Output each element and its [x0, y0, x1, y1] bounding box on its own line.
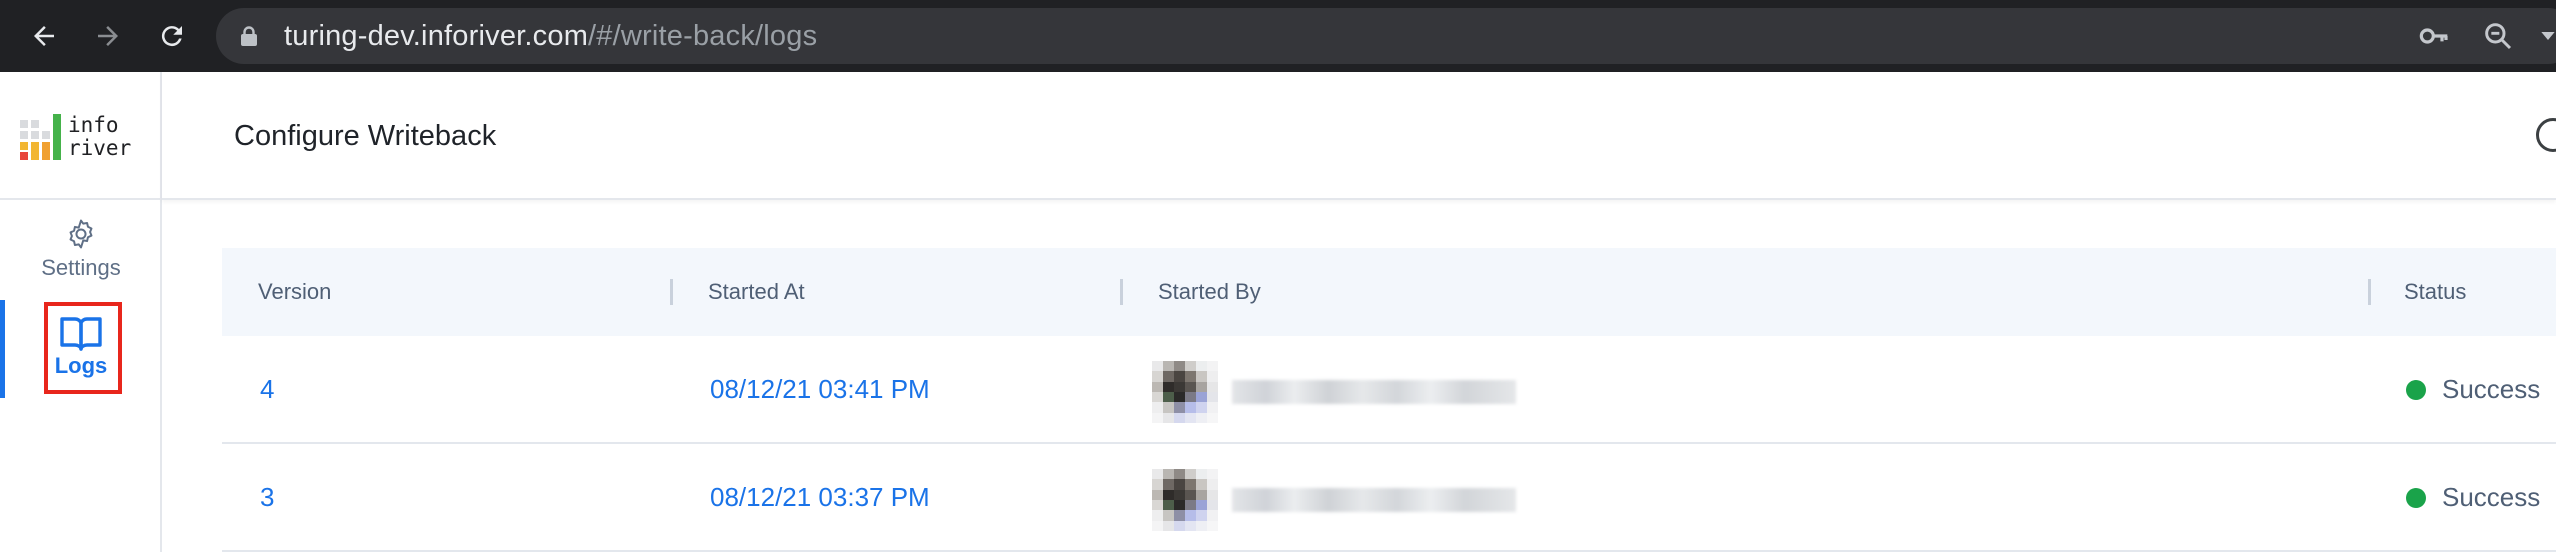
page-title: Configure Writeback — [234, 120, 497, 152]
column-resize-handle[interactable] — [1120, 279, 1123, 305]
redacted-name — [1232, 488, 1516, 512]
book-icon — [59, 315, 103, 351]
nav-item-logs[interactable]: Logs — [0, 300, 162, 394]
zoom-icon[interactable] — [2482, 20, 2514, 52]
logs-table: Version Started At Started By Status 4 0… — [222, 248, 2556, 552]
chevron-down-icon[interactable] — [2540, 20, 2556, 52]
back-arrow-icon[interactable] — [22, 14, 66, 58]
table-header: Version Started At Started By Status — [222, 248, 2556, 336]
success-dot-icon — [2406, 380, 2426, 400]
column-header-started-at[interactable]: Started At — [708, 248, 805, 336]
user-avatar[interactable] — [2536, 118, 2556, 152]
rail-divider — [0, 198, 162, 200]
nav-item-settings-label: Settings — [41, 255, 121, 280]
avatar — [1152, 469, 1218, 531]
column-header-started-by[interactable]: Started By — [1158, 248, 1261, 336]
url-text: turing-dev.inforiver.com/#/write-back/lo… — [284, 20, 818, 52]
status-text: Success — [2442, 482, 2541, 512]
reload-icon[interactable] — [150, 14, 194, 58]
table-row[interactable]: 3 08/12/21 03:37 PM Success — [222, 444, 2556, 552]
redacted-name — [1232, 380, 1516, 404]
nav-item-settings[interactable]: Settings — [0, 202, 162, 296]
table-row[interactable]: 4 08/12/21 03:41 PM Success — [222, 336, 2556, 444]
column-resize-handle[interactable] — [670, 279, 673, 305]
column-header-status[interactable]: Status — [2404, 248, 2466, 336]
key-icon[interactable] — [2418, 20, 2450, 52]
inforiver-logo: info river — [20, 114, 146, 166]
column-header-version[interactable]: Version — [258, 248, 331, 336]
nav-item-logs-label: Logs — [54, 353, 108, 378]
logo-bars-icon — [20, 114, 61, 160]
avatar — [1152, 361, 1218, 423]
version-link[interactable]: 4 — [260, 336, 274, 442]
left-nav-rail: info river Settings Logs — [0, 72, 162, 552]
page-header: Configure Writeback — [162, 72, 2556, 200]
column-resize-handle[interactable] — [2368, 279, 2371, 305]
started-at-link[interactable]: 08/12/21 03:37 PM — [710, 444, 930, 550]
status-cell: Success — [2406, 336, 2540, 442]
started-at-link[interactable]: 08/12/21 03:41 PM — [710, 336, 930, 442]
forward-arrow-icon[interactable] — [86, 14, 130, 58]
browser-toolbar: turing-dev.inforiver.com/#/write-back/lo… — [0, 0, 2556, 72]
lock-icon — [241, 26, 257, 46]
status-cell: Success — [2406, 444, 2540, 550]
logo-wordmark: info river — [68, 113, 132, 160]
gear-icon — [64, 217, 98, 251]
success-dot-icon — [2406, 488, 2426, 508]
version-link[interactable]: 3 — [260, 444, 274, 550]
address-bar[interactable]: turing-dev.inforiver.com/#/write-back/lo… — [216, 8, 2556, 64]
status-text: Success — [2442, 374, 2541, 404]
